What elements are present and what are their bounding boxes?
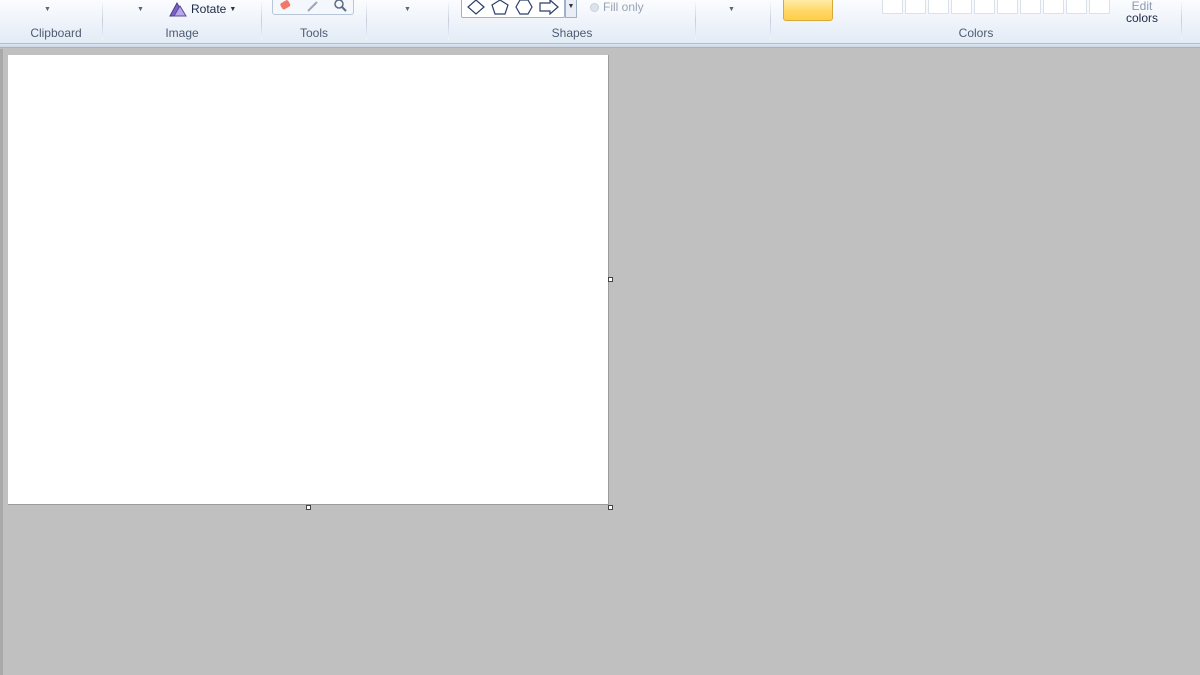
eraser-icon[interactable] xyxy=(278,0,294,13)
shapes-gallery-more-button[interactable]: ▼ xyxy=(565,0,577,18)
brushes-dropdown-arrow[interactable]: ▼ xyxy=(404,6,411,13)
shapes-gallery xyxy=(461,0,565,18)
separator xyxy=(1181,2,1182,40)
color-swatch[interactable] xyxy=(905,0,926,14)
magnifier-icon[interactable] xyxy=(332,0,348,13)
separator xyxy=(366,2,367,40)
ribbon-bottom-border xyxy=(0,44,1200,48)
select-dropdown-arrow[interactable]: ▼ xyxy=(137,6,144,13)
paste-dropdown-arrow[interactable]: ▼ xyxy=(44,6,51,13)
color-swatch[interactable] xyxy=(951,0,972,14)
shapes-group-label: Shapes xyxy=(551,26,593,40)
workspace-left-edge xyxy=(0,49,3,675)
tools-toolbar xyxy=(272,0,354,15)
right-arrow-shape-icon[interactable] xyxy=(539,0,559,15)
color-swatch[interactable] xyxy=(1020,0,1041,14)
pentagon-shape-icon[interactable] xyxy=(491,0,509,15)
image-group-label: Image xyxy=(165,26,199,40)
size-dropdown-arrow[interactable]: ▼ xyxy=(728,6,735,13)
resize-handle-bottom[interactable] xyxy=(306,505,311,510)
rotate-button[interactable]: Rotate ▼ xyxy=(168,0,236,18)
chevron-down-icon: ▼ xyxy=(229,5,237,13)
hexagon-shape-icon[interactable] xyxy=(515,0,533,15)
custom-color-swatches xyxy=(882,0,1110,14)
color-swatch[interactable] xyxy=(882,0,903,14)
rotate-icon xyxy=(169,1,187,17)
color-swatch[interactable] xyxy=(1043,0,1064,14)
fill-radio-icon xyxy=(590,2,599,12)
separator xyxy=(695,2,696,40)
active-color-button[interactable] xyxy=(783,0,833,21)
edit-colors-button[interactable]: Edit colors xyxy=(1120,0,1164,24)
clipboard-group-label: Clipboard xyxy=(30,26,82,40)
resize-handle-right[interactable] xyxy=(608,277,613,282)
color-swatch[interactable] xyxy=(1089,0,1110,14)
clipboard-group: ▼ Clipboard xyxy=(10,0,102,44)
fill-only-option[interactable]: Fill only xyxy=(590,0,644,14)
rotate-label: Rotate xyxy=(191,2,227,16)
color-swatch[interactable] xyxy=(997,0,1018,14)
color-picker-icon[interactable] xyxy=(305,0,321,13)
color-swatch[interactable] xyxy=(974,0,995,14)
drawing-canvas[interactable] xyxy=(8,55,609,505)
colors-group-label: Colors xyxy=(958,26,994,40)
ribbon: ▼ Clipboard ▼ Image Rotate ▼ Tools ▼ Sha… xyxy=(0,0,1200,44)
diamond-shape-icon[interactable] xyxy=(467,0,485,15)
edit-colors-label-line2: colors xyxy=(1125,11,1158,25)
color-swatch[interactable] xyxy=(1066,0,1087,14)
resize-handle-bottom-right[interactable] xyxy=(608,505,613,510)
color-swatch[interactable] xyxy=(928,0,949,14)
fill-only-label: Fill only xyxy=(603,0,644,14)
tools-group-label: Tools xyxy=(299,26,328,40)
